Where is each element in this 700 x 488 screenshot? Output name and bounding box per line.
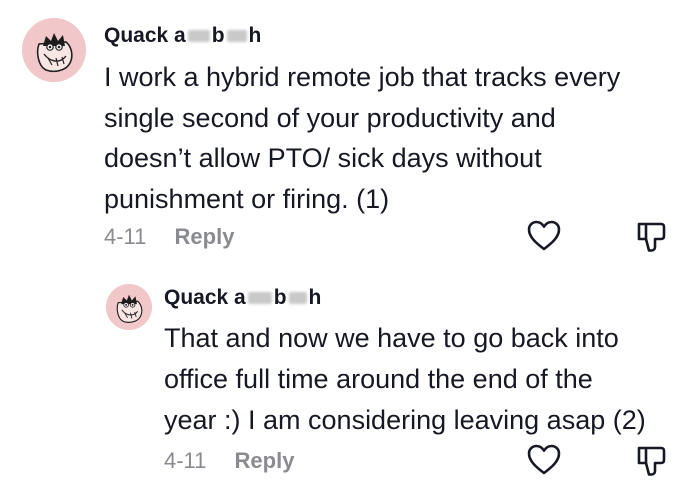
comment-line: year :) I am considering leaving asap (2… [164, 405, 646, 435]
avatar[interactable] [106, 284, 152, 330]
comment-line: doesn’t allow PTO/ sick days without [104, 143, 542, 173]
comment-line: office full time around the end of the [164, 364, 593, 394]
comment-line: punishment or firing. (1) [104, 183, 390, 214]
comment-meta: 4-11 Reply [104, 224, 234, 250]
reply-button[interactable]: Reply [175, 224, 235, 250]
reply-button[interactable]: Reply [235, 448, 295, 474]
duck-bag-avatar-icon [106, 284, 152, 330]
comment-text: That and now we have to go back into off… [164, 318, 646, 441]
heart-outline-icon [527, 220, 561, 251]
comment-line: single second of your productivity and [104, 102, 556, 133]
comment-text: I work a hybrid remote job that tracks e… [104, 57, 620, 219]
avatar[interactable] [22, 18, 86, 82]
dislike-button[interactable] [633, 442, 669, 478]
comment-date: 4-11 [164, 448, 207, 473]
comment-date: 4-11 [104, 224, 147, 249]
like-button[interactable] [526, 218, 562, 254]
thumbs-down-icon [637, 222, 666, 252]
comment-line: I work a hybrid remote job that tracks e… [104, 62, 621, 92]
comment-line: That and now we have to go back into [164, 323, 619, 353]
thumbs-down-icon [637, 446, 666, 476]
username[interactable]: Quack abh [164, 286, 321, 310]
duck-bag-avatar-icon [22, 18, 86, 82]
username[interactable]: Quack abh [104, 24, 261, 48]
dislike-button[interactable] [633, 218, 669, 254]
like-button[interactable] [526, 442, 562, 478]
comment-meta: 4-11 Reply [164, 448, 294, 474]
heart-outline-icon [527, 444, 561, 475]
